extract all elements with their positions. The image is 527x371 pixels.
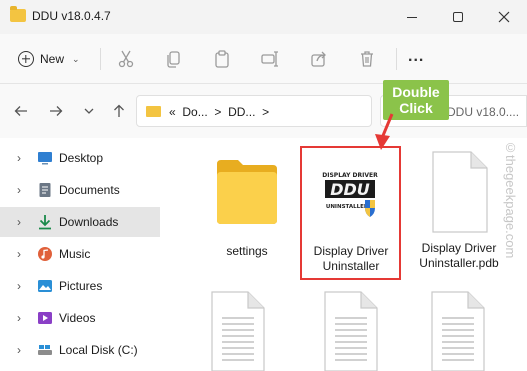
sidebar-item-downloads[interactable]: › Downloads xyxy=(0,207,160,237)
folder-icon xyxy=(10,6,26,22)
file-label: settings xyxy=(226,244,268,258)
history-dropdown-button[interactable] xyxy=(78,100,100,122)
file-item-display-driver-uninstaller-pdb[interactable]: Display Driver Uninstaller.pdb xyxy=(410,150,508,271)
document-icon[interactable] xyxy=(424,290,490,371)
delete-icon[interactable] xyxy=(357,49,377,69)
more-options-button[interactable]: ... xyxy=(408,48,424,66)
chevron-right-icon[interactable]: › xyxy=(17,183,21,197)
sidebar-item-label: Downloads xyxy=(59,215,119,229)
document-icon[interactable] xyxy=(204,290,270,371)
sidebar-item-desktop[interactable]: › Desktop xyxy=(0,143,160,173)
music-icon xyxy=(38,247,52,261)
back-button[interactable] xyxy=(10,100,32,122)
sidebar-item-pictures[interactable]: › Pictures xyxy=(0,271,160,301)
chevron-right-icon[interactable]: › xyxy=(17,215,21,229)
breadcrumb-item-downloads[interactable]: Do... xyxy=(182,105,207,119)
toolbar-divider xyxy=(396,48,397,70)
highlight-box xyxy=(300,146,401,280)
document-icon xyxy=(432,151,488,233)
toolbar-divider xyxy=(100,48,101,70)
share-icon[interactable] xyxy=(309,49,329,69)
search-placeholder: h DDU v18.0.... xyxy=(437,105,520,119)
sidebar-item-label: Desktop xyxy=(59,151,104,165)
sidebar-item-label: Music xyxy=(59,247,91,261)
callout-arrow-icon xyxy=(375,113,394,150)
local-disk-icon xyxy=(38,345,52,355)
file-item-settings[interactable]: settings xyxy=(198,150,296,259)
breadcrumb-item-ddu[interactable]: DD... xyxy=(228,105,255,119)
new-button-label: New xyxy=(40,52,65,66)
sidebar-item-local-disk[interactable]: › Local Disk (C:) xyxy=(0,335,160,365)
title-bar: DDU v18.0.4.7 xyxy=(0,0,527,34)
chevron-right-icon[interactable]: › xyxy=(17,247,21,261)
address-bar[interactable]: « Do... > DD... > xyxy=(136,95,372,127)
minimize-button[interactable] xyxy=(389,0,435,34)
sidebar-item-label: Documents xyxy=(59,183,120,197)
arrow-right-icon xyxy=(50,106,63,116)
up-button[interactable] xyxy=(108,100,130,122)
documents-icon xyxy=(39,183,51,197)
videos-icon xyxy=(38,312,52,324)
document-icon[interactable] xyxy=(317,290,383,371)
sidebar-item-label: Local Disk (C:) xyxy=(59,343,138,357)
close-button[interactable] xyxy=(481,0,527,34)
arrow-up-icon xyxy=(114,104,124,117)
chevron-right-icon[interactable]: › xyxy=(17,151,21,165)
breadcrumb-overflow[interactable]: « xyxy=(169,105,176,119)
sidebar-item-videos[interactable]: › Videos xyxy=(0,303,160,333)
breadcrumb-separator[interactable]: > xyxy=(262,105,269,119)
rename-icon[interactable] xyxy=(260,49,280,69)
chevron-right-icon[interactable]: › xyxy=(17,279,21,293)
chevron-down-icon xyxy=(84,108,94,114)
forward-button[interactable] xyxy=(45,100,67,122)
window-title: DDU v18.0.4.7 xyxy=(32,9,111,23)
file-label: Display Driver Uninstaller.pdb xyxy=(419,241,499,270)
pictures-icon xyxy=(38,280,52,292)
sidebar-item-label: Pictures xyxy=(59,279,103,293)
folder-icon xyxy=(146,106,161,117)
desktop-icon xyxy=(38,152,52,165)
breadcrumb: « Do... > DD... > xyxy=(169,105,269,119)
navigation-pane: › Desktop › Documents › Downloads › Musi… xyxy=(0,138,170,371)
close-icon xyxy=(498,11,510,23)
command-bar: New ⌄ ... xyxy=(0,34,527,84)
folder-icon xyxy=(217,160,277,224)
sidebar-item-documents[interactable]: › Documents xyxy=(0,175,160,205)
maximize-icon xyxy=(453,12,463,22)
chevron-right-icon[interactable]: › xyxy=(17,343,21,357)
arrow-left-icon xyxy=(14,106,27,116)
sidebar-item-label: Videos xyxy=(59,311,96,325)
downloads-icon xyxy=(39,215,51,230)
plus-icon xyxy=(18,51,34,67)
sidebar-item-music[interactable]: › Music xyxy=(0,239,160,269)
copy-icon[interactable] xyxy=(164,49,184,69)
new-button[interactable]: New ⌄ xyxy=(12,46,86,72)
minimize-icon xyxy=(407,16,417,18)
cut-icon[interactable] xyxy=(116,49,136,69)
chevron-right-icon[interactable]: › xyxy=(17,311,21,325)
watermark: ©thegeekpage.com xyxy=(503,140,518,259)
paste-icon[interactable] xyxy=(212,49,232,69)
breadcrumb-separator[interactable]: > xyxy=(214,105,221,119)
chevron-down-icon: ⌄ xyxy=(72,53,80,64)
maximize-button[interactable] xyxy=(435,0,481,34)
